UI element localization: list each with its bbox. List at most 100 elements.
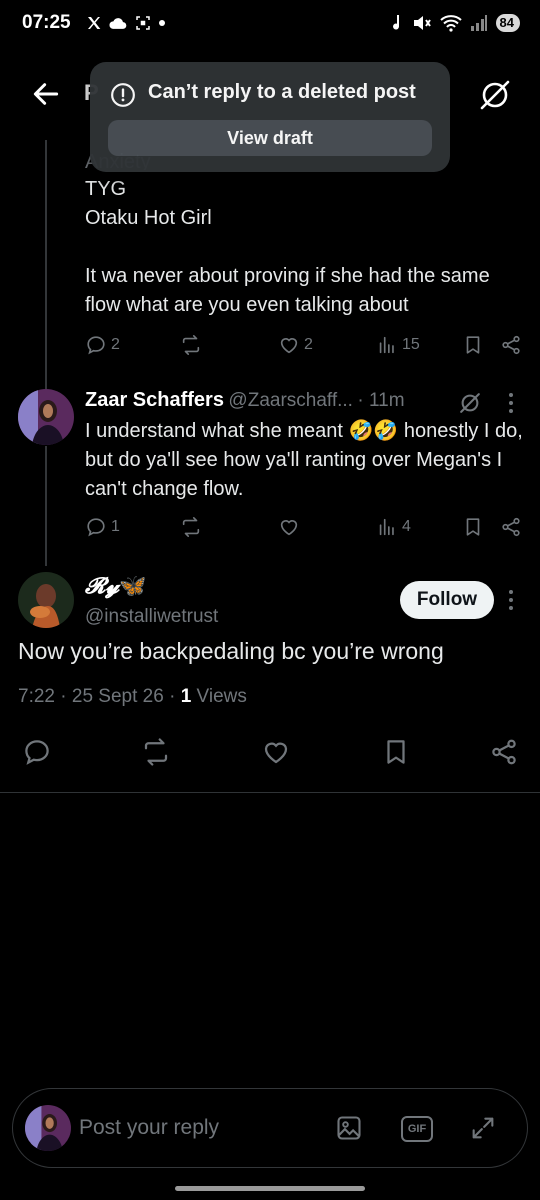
- more-vertical-icon: [509, 393, 513, 413]
- home-indicator[interactable]: [175, 1186, 365, 1191]
- avatar-image: [25, 1105, 71, 1151]
- status-icons-right: 84: [390, 14, 520, 32]
- author-handle[interactable]: @installiwetrust: [85, 606, 218, 628]
- reply-icon: [87, 518, 105, 537]
- reply-input[interactable]: Post your reply: [79, 1116, 219, 1140]
- reply-count: 1: [111, 518, 120, 535]
- views-label[interactable]: Views: [197, 686, 247, 707]
- author-name[interactable]: Zaar Schaffers: [85, 389, 224, 411]
- grok-explain-button[interactable]: [456, 389, 484, 417]
- bookmark-action[interactable]: [462, 334, 484, 356]
- views-icon: [379, 518, 394, 536]
- avatar-image: [18, 572, 74, 628]
- separator: ·: [169, 686, 181, 707]
- post-date: 25 Sept 26: [71, 686, 164, 707]
- image-icon: [337, 1116, 361, 1140]
- share-action[interactable]: [500, 516, 522, 538]
- share-icon: [502, 335, 520, 355]
- screenshot-icon: [136, 16, 150, 30]
- emoji: 🤣🤣: [348, 420, 399, 442]
- thread-line: [45, 446, 47, 566]
- battery-indicator: 84: [495, 14, 520, 32]
- reply-composer[interactable]: Post your reply GIF: [12, 1088, 528, 1168]
- like-button[interactable]: [261, 737, 291, 767]
- parent-post-actions: 2 2 15: [85, 334, 525, 358]
- follow-button[interactable]: Follow: [400, 581, 494, 619]
- repost-button[interactable]: [141, 737, 171, 767]
- bookmark-icon: [387, 740, 405, 764]
- repost-action[interactable]: [180, 516, 202, 538]
- repost-icon: [144, 738, 168, 766]
- views-count: 15: [402, 336, 420, 353]
- view-draft-button[interactable]: View draft: [108, 120, 432, 156]
- share-icon: [502, 517, 520, 537]
- share-icon: [492, 739, 516, 765]
- views-icon: [379, 336, 394, 354]
- reply-icon: [25, 740, 49, 765]
- post-time: 7:22: [18, 686, 55, 707]
- bookmark-action[interactable]: [462, 516, 484, 538]
- reply-action[interactable]: 1: [85, 516, 120, 538]
- share-action[interactable]: [500, 334, 522, 356]
- expand-button[interactable]: [469, 1114, 497, 1142]
- status-icons-left: [86, 14, 166, 32]
- views-action[interactable]: 4: [376, 516, 411, 538]
- post-line: Otaku Hot Girl: [85, 207, 212, 229]
- reply-action[interactable]: 2: [85, 334, 120, 356]
- reply-icon: [87, 336, 105, 355]
- music-note-icon: [392, 15, 399, 30]
- grok-button[interactable]: [476, 76, 514, 114]
- thread-line: [45, 140, 47, 390]
- x-logo-icon: [88, 17, 101, 29]
- views-count[interactable]: 1: [181, 686, 192, 707]
- avatar-image: [18, 389, 74, 445]
- status-bar: 07:25 84: [0, 0, 540, 50]
- bookmark-icon: [466, 518, 480, 536]
- more-options-button[interactable]: [505, 391, 517, 415]
- grok-icon: [460, 393, 480, 413]
- more-vertical-icon: [509, 590, 513, 610]
- post-line: TYG: [85, 178, 127, 200]
- like-action[interactable]: 2: [278, 334, 313, 356]
- heart-icon: [264, 742, 288, 764]
- dot-icon: [159, 20, 165, 26]
- avatar: [25, 1105, 71, 1151]
- signal-icon: [470, 15, 487, 31]
- reply-button[interactable]: [22, 737, 52, 767]
- wifi-icon: [439, 15, 462, 32]
- heart-icon: [280, 338, 298, 354]
- bookmark-button[interactable]: [381, 737, 411, 767]
- avatar[interactable]: [18, 572, 74, 628]
- gif-button[interactable]: GIF: [401, 1116, 433, 1142]
- back-button[interactable]: [30, 78, 62, 110]
- expand-icon: [472, 1117, 494, 1139]
- post-time: · 11m: [357, 390, 405, 411]
- butterfly-emoji: 🦋: [119, 573, 147, 599]
- reply-post-header: Zaar Schaffers @Zaarschaff... · 11m: [85, 389, 405, 412]
- author-name[interactable]: 𝓡𝔂🦋: [85, 573, 147, 599]
- bookmark-icon: [466, 336, 480, 354]
- grok-icon: [480, 80, 510, 110]
- main-post-text: Now you’re backpedaling bc you’re wrong: [18, 638, 444, 664]
- views-action[interactable]: 15: [376, 334, 420, 356]
- author-handle[interactable]: @Zaarschaff...: [228, 390, 353, 411]
- share-button[interactable]: [489, 737, 519, 767]
- mute-icon: [413, 16, 431, 30]
- heart-icon: [280, 520, 298, 536]
- toast-message: Can’t reply to a deleted post: [148, 81, 416, 103]
- status-time: 07:25: [22, 12, 71, 33]
- back-arrow-icon: [33, 83, 59, 105]
- more-options-button[interactable]: [505, 588, 517, 612]
- like-action[interactable]: [278, 516, 300, 538]
- text-segment: I understand what she meant: [85, 420, 349, 442]
- toast-notification: Can’t reply to a deleted post View draft: [90, 62, 450, 172]
- reply-post-actions: 1 4: [85, 516, 525, 540]
- avatar[interactable]: [18, 389, 74, 445]
- display-name: 𝓡𝔂: [85, 573, 120, 599]
- parent-post-text: It wa never about proving if she had the…: [85, 265, 490, 316]
- post-metadata: 7:22 · 25 Sept 26 · 1 Views: [18, 686, 247, 708]
- image-button[interactable]: [335, 1114, 363, 1142]
- repost-action[interactable]: [180, 334, 206, 356]
- views-count: 4: [402, 518, 411, 535]
- repost-icon: [182, 517, 200, 537]
